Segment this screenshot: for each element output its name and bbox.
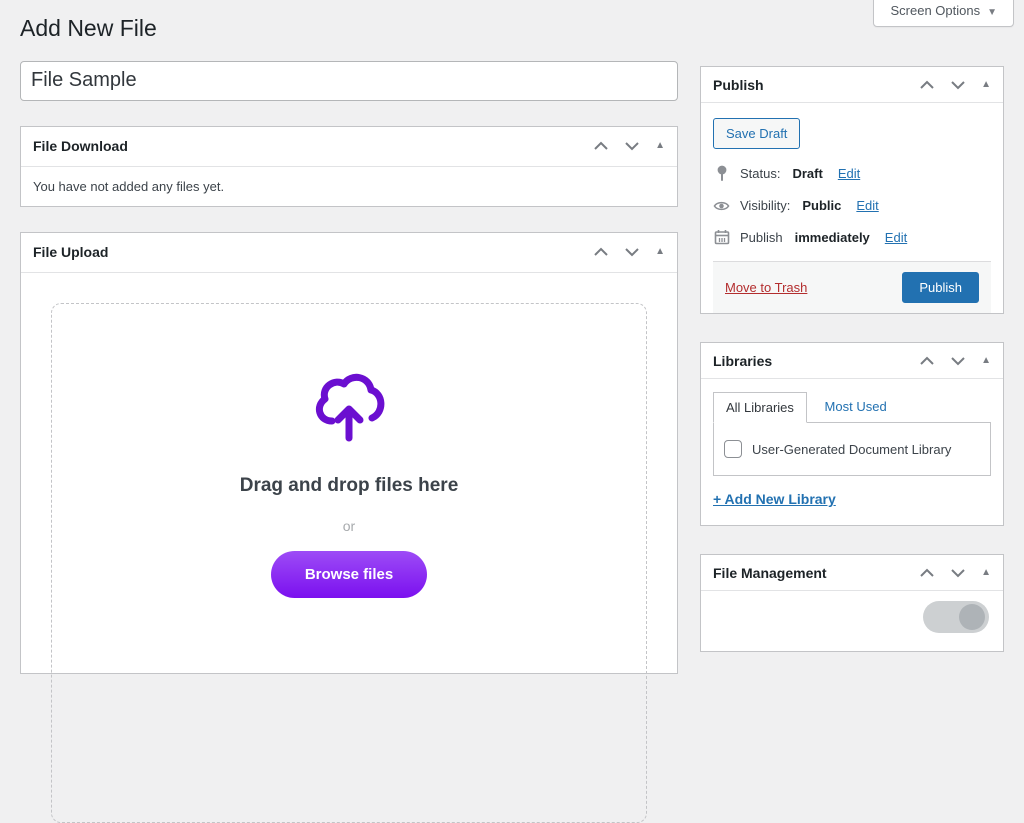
schedule-label: Publish xyxy=(740,229,783,245)
main-column: Add New File File Download ▲ You have no… xyxy=(20,0,678,823)
eye-icon xyxy=(713,200,730,212)
move-down-button[interactable] xyxy=(950,567,966,579)
post-title-input[interactable] xyxy=(20,60,678,101)
dropzone-or-label: or xyxy=(342,517,356,534)
file-management-header[interactable]: File Management ▲ xyxy=(701,555,1003,591)
file-upload-header[interactable]: File Upload ▲ xyxy=(21,233,677,273)
move-down-button[interactable] xyxy=(950,355,966,367)
calendar-icon xyxy=(713,229,730,245)
libraries-metabox: Libraries ▲ All Libraries Most Used User… xyxy=(700,342,1004,526)
libraries-body: All Libraries Most Used User-Generated D… xyxy=(701,379,1003,525)
visibility-label: Visibility: xyxy=(740,198,791,213)
chevron-down-icon: ▼ xyxy=(987,7,997,18)
visibility-value: Public xyxy=(802,198,842,213)
publish-title: Publish xyxy=(713,76,764,93)
collapse-triangle-icon[interactable]: ▲ xyxy=(655,141,665,151)
tab-most-used[interactable]: Most Used xyxy=(811,392,901,421)
browse-files-button[interactable]: Browse files xyxy=(270,550,428,598)
file-download-header[interactable]: File Download ▲ xyxy=(21,127,677,167)
add-new-library-link[interactable]: + Add New Library xyxy=(713,491,836,507)
status-edit-link[interactable]: Edit xyxy=(838,166,860,181)
schedule-row: Publish immediately Edit xyxy=(713,229,991,245)
publish-header[interactable]: Publish ▲ xyxy=(701,67,1003,103)
file-upload-metabox: File Upload ▲ Drag and drop files here o… xyxy=(20,231,678,823)
collapse-triangle-icon[interactable]: ▲ xyxy=(981,567,991,578)
file-download-body: You have not added any files yet. xyxy=(21,167,677,206)
status-row: Status: Draft Edit xyxy=(713,165,991,182)
page-title: Add New File xyxy=(20,15,157,41)
libraries-tabs: All Libraries Most Used xyxy=(713,391,991,423)
file-download-empty-message: You have not added any files yet. xyxy=(33,178,225,194)
file-download-metabox: File Download ▲ You have not added any f… xyxy=(20,125,678,207)
chevron-up-icon xyxy=(594,247,608,257)
chevron-down-icon xyxy=(625,142,639,151)
move-down-button[interactable] xyxy=(624,246,640,258)
file-download-title: File Download xyxy=(33,138,128,155)
publish-footer: Move to Trash Publish xyxy=(713,261,991,313)
move-to-trash-link[interactable]: Move to Trash xyxy=(725,280,807,295)
screen-options-label: Screen Options xyxy=(890,3,981,18)
chevron-up-icon xyxy=(920,568,934,577)
move-up-button[interactable] xyxy=(919,355,935,367)
chevron-down-icon xyxy=(625,248,639,257)
collapse-triangle-icon[interactable]: ▲ xyxy=(981,79,991,90)
publish-button[interactable]: Publish xyxy=(902,272,979,303)
dropzone-heading: Drag and drop files here xyxy=(239,474,459,496)
move-down-button[interactable] xyxy=(624,140,640,152)
library-list-item: User-Generated Document Library xyxy=(724,440,980,458)
collapse-triangle-icon[interactable]: ▲ xyxy=(981,355,991,366)
libraries-title: Libraries xyxy=(713,352,773,369)
save-draft-button[interactable]: Save Draft xyxy=(713,118,801,149)
move-up-button[interactable] xyxy=(593,140,609,152)
file-management-title: File Management xyxy=(713,564,827,581)
visibility-edit-link[interactable]: Edit xyxy=(856,198,878,213)
library-item-label: User-Generated Document Library xyxy=(752,441,952,457)
cloud-upload-icon xyxy=(315,373,385,442)
pin-icon xyxy=(713,165,730,182)
file-upload-title: File Upload xyxy=(33,244,109,261)
chevron-down-icon xyxy=(951,568,965,577)
file-management-metabox: File Management ▲ xyxy=(700,554,1004,652)
tab-all-libraries[interactable]: All Libraries xyxy=(713,392,807,423)
screen-options-button[interactable]: Screen Options ▼ xyxy=(873,0,1014,27)
status-value: Draft xyxy=(792,166,823,181)
schedule-edit-link[interactable]: Edit xyxy=(885,230,907,245)
collapse-triangle-icon[interactable]: ▲ xyxy=(655,247,665,257)
chevron-down-icon xyxy=(951,80,965,89)
move-up-button[interactable] xyxy=(593,246,609,258)
move-up-button[interactable] xyxy=(919,79,935,91)
publish-metabox: Publish ▲ Save Draft Status: Draft Edit xyxy=(700,66,1004,314)
libraries-header[interactable]: Libraries ▲ xyxy=(701,343,1003,379)
chevron-up-icon xyxy=(594,141,608,151)
file-management-body xyxy=(701,591,1003,651)
move-up-button[interactable] xyxy=(919,567,935,579)
file-dropzone[interactable]: Drag and drop files here or Browse files xyxy=(51,302,647,823)
publish-body: Save Draft Status: Draft Edit Visibility… xyxy=(701,103,1003,313)
toggle-switch[interactable] xyxy=(923,601,989,633)
visibility-row: Visibility: Public Edit xyxy=(713,198,991,213)
file-upload-body: Drag and drop files here or Browse files xyxy=(21,273,677,823)
move-down-button[interactable] xyxy=(950,79,966,91)
toggle-knob-icon xyxy=(959,604,985,630)
chevron-up-icon xyxy=(920,356,934,365)
sidebar: Publish ▲ Save Draft Status: Draft Edit xyxy=(700,66,1004,680)
chevron-up-icon xyxy=(920,80,934,89)
library-checkbox[interactable] xyxy=(724,440,742,458)
libraries-panel: User-Generated Document Library xyxy=(713,422,991,476)
status-label: Status: xyxy=(740,166,781,181)
schedule-value: immediately xyxy=(794,229,870,245)
chevron-down-icon xyxy=(951,356,965,365)
